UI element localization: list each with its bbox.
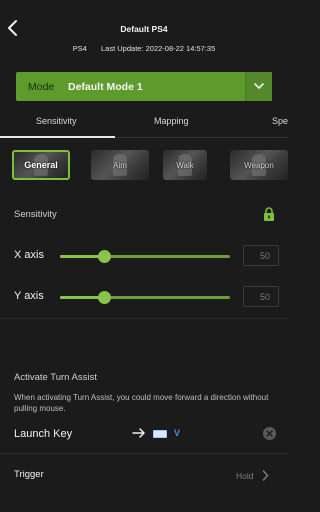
tab-sensitivity[interactable]: Sensitivity [36,116,77,126]
character-label: Weapon [244,160,274,170]
mode-value: Default Mode 1 [68,80,143,93]
character-weapon[interactable]: Weapon [230,150,288,180]
launch-key-label: Launch Key [14,428,73,440]
page-title: Default PS4 [120,24,168,34]
character-walk[interactable]: Walk [163,150,207,180]
character-label: General [24,160,58,170]
device-info: PS4 Last Update: 2022-08-22 14:57:35 [0,44,288,53]
mode-dropdown-button[interactable] [245,72,272,101]
y-axis-slider[interactable] [60,291,230,304]
character-general[interactable]: General [12,150,70,180]
tab-mapping[interactable]: Mapping [154,116,189,126]
last-update: Last Update: 2022-08-22 14:57:35 [101,44,216,53]
keyboard-icon [153,430,167,438]
trigger-label: Trigger [14,469,44,480]
character-selector: General Aim Walk Weapon [0,150,288,182]
mode-label: Mode [28,80,55,93]
chevron-down-icon [254,83,264,90]
sensitivity-section-label: Sensitivity [14,209,57,220]
y-axis-value-input[interactable]: 50 [243,286,279,307]
arrow-right-icon [132,428,145,438]
device-name: PS4 [72,44,87,53]
divider [0,453,288,454]
character-aim[interactable]: Aim [91,150,149,180]
turn-assist-title: Activate Turn Assist [14,372,97,383]
turn-assist-description: When activating Turn Assist, you could m… [14,393,269,413]
divider [0,318,288,319]
lock-icon[interactable] [263,207,275,221]
character-label: Aim [113,160,127,170]
x-axis-row: X axis 50 [0,245,288,267]
active-tab-indicator [0,136,115,138]
tab-bar: Sensitivity Mapping Spe [0,104,288,138]
close-icon [266,430,273,437]
trigger-value[interactable]: Hold [236,471,253,481]
tab-special[interactable]: Spe [272,116,288,126]
header: Default PS4 PS4 Last Update: 2022-08-22 … [0,0,288,66]
x-axis-value-input[interactable]: 50 [243,245,279,266]
y-axis-slider-thumb[interactable] [97,291,111,304]
clear-key-button[interactable] [263,427,276,440]
chevron-right-icon[interactable] [262,470,269,481]
x-axis-label: X axis [14,249,44,261]
character-label: Walk [176,160,194,170]
launch-key-value[interactable]: V [174,428,180,438]
y-axis-row: Y axis 50 [0,286,288,308]
x-axis-slider-thumb[interactable] [97,250,111,263]
mode-selector[interactable]: Mode Default Mode 1 [16,72,272,101]
x-axis-slider[interactable] [60,250,230,263]
y-axis-label: Y axis [14,290,44,302]
